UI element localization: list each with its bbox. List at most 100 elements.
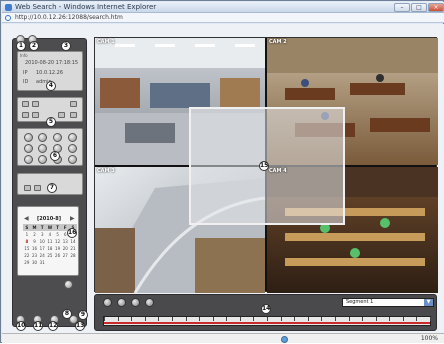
calendar-day[interactable]: 9 [31, 238, 39, 245]
calendar-day[interactable]: 16 [31, 245, 39, 252]
timeline-tick [334, 317, 336, 321]
audio-icon[interactable] [58, 112, 65, 118]
calendar-day[interactable]: 15 [23, 245, 31, 252]
marker-4: 4 [46, 81, 56, 91]
snapshot-icon[interactable] [22, 101, 29, 107]
timeline-tick [348, 317, 350, 321]
channel-box [17, 128, 83, 166]
segment-value: Segment 1 [346, 299, 374, 305]
next-month-icon[interactable]: ▶ [70, 215, 75, 222]
url-text[interactable]: http://10.0.12.26:12088/search.htm [15, 13, 123, 23]
channel-button-6[interactable] [38, 144, 47, 153]
calendar-day[interactable]: 12 [54, 238, 62, 245]
timeline-tick [104, 317, 105, 321]
calendar-day[interactable]: 30 [31, 259, 39, 266]
recording-track [104, 322, 430, 324]
calendar-day[interactable]: 2 [31, 231, 39, 238]
weekday-label: M [30, 224, 39, 231]
calendar-day[interactable]: 23 [31, 252, 39, 259]
zoom-out-icon[interactable] [32, 112, 39, 118]
marker-10: 10 [16, 321, 26, 331]
channel-button-8[interactable] [68, 144, 77, 153]
marker-2: 2 [29, 41, 39, 51]
address-bar[interactable]: http://10.0.12.26:12088/search.htm [2, 13, 444, 23]
calendar-day[interactable]: 1 [23, 231, 31, 238]
marker-7: 7 [47, 183, 57, 193]
calendar-day[interactable]: 19 [54, 245, 62, 252]
edit-icon[interactable] [70, 101, 77, 107]
calendar-day[interactable]: 24 [38, 252, 46, 259]
timeline-tick [239, 317, 241, 321]
calendar-day[interactable]: 26 [54, 252, 62, 259]
calendar-day[interactable]: 4 [46, 231, 54, 238]
weekday-label: T [38, 224, 47, 231]
segment-select[interactable]: Segment 1 ▼ [342, 298, 434, 307]
camera-4-label: CAM 4 [269, 168, 287, 174]
channel-button-3[interactable] [53, 133, 62, 142]
calendar-day[interactable]: 3 [38, 231, 46, 238]
calendar-day[interactable]: 25 [46, 252, 54, 259]
calendar-day[interactable]: 28 [69, 252, 77, 259]
weekday-label: T [53, 224, 62, 231]
calendar-day[interactable]: 13 [61, 238, 69, 245]
timeline-tick [212, 317, 214, 321]
calendar-day[interactable]: 22 [23, 252, 31, 259]
channel-button-2[interactable] [38, 133, 47, 142]
backup-button[interactable] [64, 280, 73, 289]
weekday-label: S [23, 224, 31, 231]
split-4-icon[interactable] [34, 185, 41, 191]
timeline-tick [402, 317, 404, 321]
print-icon[interactable] [32, 101, 39, 107]
marker-9: 9 [78, 310, 88, 320]
timeline-tick [375, 317, 377, 321]
timeline-bar[interactable] [103, 316, 431, 326]
calendar-day[interactable]: 21 [69, 245, 77, 252]
fit-icon[interactable] [70, 112, 77, 118]
timeline-tick [158, 317, 160, 321]
window-title: Web Search - Windows Internet Explorer [15, 3, 157, 11]
close-button[interactable]: × [428, 3, 444, 12]
datetime-text: 2010-08-20 17:18:15 [25, 60, 79, 66]
fast-forward-button[interactable] [145, 298, 154, 307]
channel-button-1[interactable] [24, 133, 33, 142]
calendar-day[interactable]: 20 [61, 245, 69, 252]
calendar-day[interactable]: 14 [69, 238, 77, 245]
camera-1-label: CAM 1 [97, 39, 115, 45]
channel-button-9[interactable] [24, 155, 33, 164]
chevron-down-icon[interactable]: ▼ [424, 299, 433, 306]
timeline-tick [199, 317, 201, 321]
calendar-day[interactable]: 17 [38, 245, 46, 252]
info-label: Info [20, 53, 28, 58]
weekday-label: W [46, 224, 54, 231]
marker-8: 8 [62, 309, 72, 319]
internet-zone-icon [281, 336, 288, 343]
calendar-day[interactable]: 10 [38, 238, 46, 245]
marker-11: 11 [33, 321, 43, 331]
calendar-day[interactable]: 27 [61, 252, 69, 259]
play-back-button[interactable] [117, 298, 126, 307]
zoom-in-icon[interactable] [22, 112, 29, 118]
marker-15: 15 [259, 161, 269, 171]
marker-16: 16 [67, 228, 77, 238]
calendar-day[interactable]: 29 [23, 259, 31, 266]
calendar-day[interactable]: 8 [23, 238, 31, 245]
calendar-day[interactable]: 5 [54, 231, 62, 238]
timeline-tick [321, 317, 323, 321]
channel-button-4[interactable] [68, 133, 77, 142]
play-button[interactable] [131, 298, 140, 307]
split-1-icon[interactable] [24, 185, 31, 191]
ip-prefix: IP [23, 70, 28, 76]
channel-button-10[interactable] [38, 155, 47, 164]
calendar-day[interactable]: 31 [38, 259, 46, 266]
channel-button-5[interactable] [24, 144, 33, 153]
minimize-button[interactable]: – [394, 3, 410, 12]
ip-text: 10.0.12.26 [36, 70, 64, 76]
timeline-tick [389, 317, 391, 321]
calendar-day[interactable]: 18 [46, 245, 54, 252]
channel-button-12[interactable] [68, 155, 77, 164]
calendar-day[interactable]: 11 [46, 238, 54, 245]
marker-1: 1 [16, 41, 26, 51]
rewind-button[interactable] [103, 298, 112, 307]
camera-3-label: CAM 3 [97, 168, 115, 174]
maximize-button[interactable]: □ [411, 3, 427, 12]
